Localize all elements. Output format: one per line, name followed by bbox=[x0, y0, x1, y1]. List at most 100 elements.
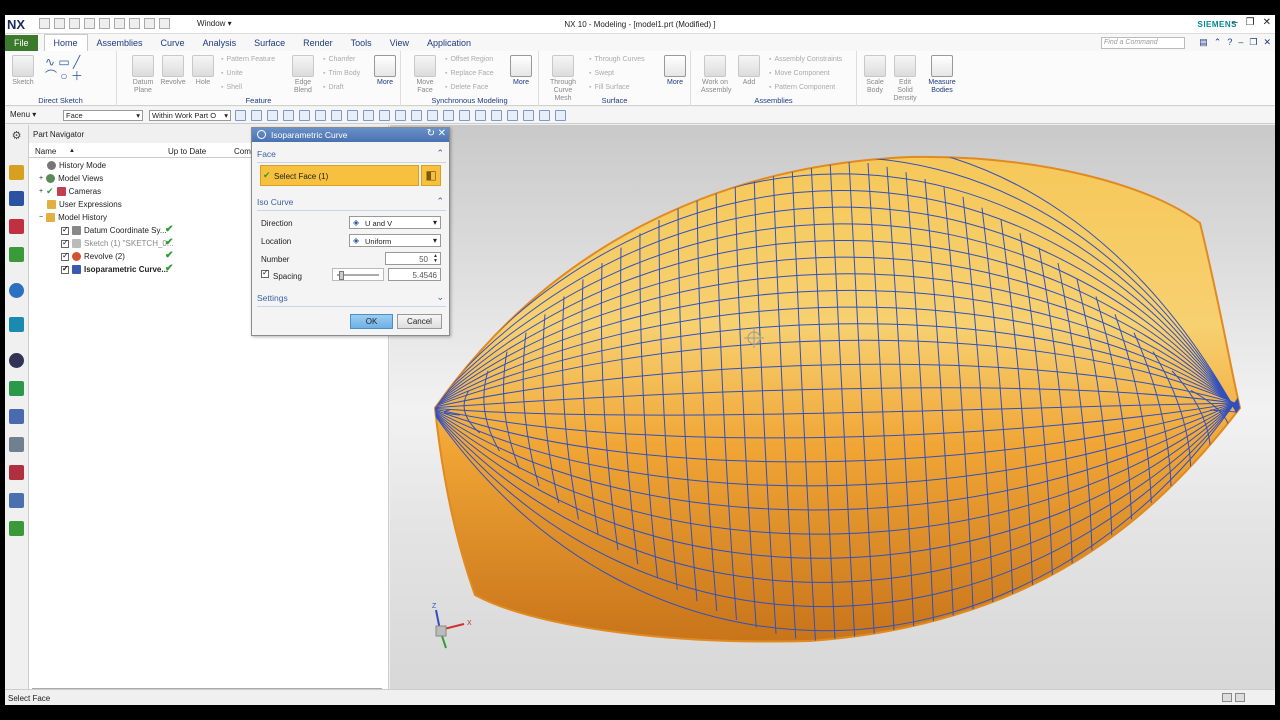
sync-more-button[interactable]: More bbox=[507, 55, 535, 87]
chevron-down-icon[interactable]: ⌄ bbox=[436, 292, 444, 303]
help-icon[interactable]: ? bbox=[1227, 37, 1232, 48]
surface-more-button[interactable]: More bbox=[661, 55, 689, 87]
scale-body-button[interactable]: Scale Body bbox=[861, 55, 889, 95]
tab-file[interactable]: File bbox=[5, 35, 38, 51]
tree-row-model-views[interactable]: + Model Views bbox=[39, 172, 103, 185]
gear-icon[interactable]: ⚙ bbox=[9, 129, 24, 144]
shell-button[interactable]: Shell bbox=[221, 84, 242, 91]
tree-row-user-expressions[interactable]: User Expressions bbox=[47, 198, 122, 211]
arc-center-snap-icon[interactable] bbox=[379, 110, 390, 121]
process-studio-icon[interactable] bbox=[9, 409, 24, 424]
sketch-tools-icons[interactable]: ∿ ▭ ╱ ⌒ ○ ＋ bbox=[45, 55, 83, 83]
tab-assemblies[interactable]: Assemblies bbox=[88, 35, 152, 51]
collapse-icon[interactable]: − bbox=[39, 214, 43, 221]
tab-curve[interactable]: Curve bbox=[152, 35, 194, 51]
menu-button[interactable]: Menu ▾ bbox=[10, 110, 36, 119]
offset-region-button[interactable]: Offset Region bbox=[445, 56, 493, 63]
render-style-icon[interactable] bbox=[523, 110, 534, 121]
draft-button[interactable]: Draft bbox=[323, 84, 343, 91]
sort-ascending-icon[interactable]: ▲ bbox=[69, 148, 75, 154]
type-filter-select[interactable]: Face bbox=[63, 110, 143, 121]
minimize-icon[interactable]: – bbox=[1232, 17, 1238, 28]
number-input[interactable]: 50 ▲ ▼ bbox=[385, 252, 441, 265]
pattern-feature-button[interactable]: Pattern Feature bbox=[221, 56, 275, 63]
full-screen-icon[interactable] bbox=[1222, 693, 1232, 702]
rotate-icon[interactable] bbox=[491, 110, 502, 121]
show-hide-icon[interactable] bbox=[299, 110, 310, 121]
tab-render[interactable]: Render bbox=[294, 35, 342, 51]
midpoint-snap-icon[interactable] bbox=[331, 110, 342, 121]
trim-body-button[interactable]: Trim Body bbox=[323, 70, 360, 77]
manufacturing-wizards-icon[interactable] bbox=[9, 437, 24, 452]
tree-row-sketch[interactable]: Sketch (1) "SKETCH_0... bbox=[61, 237, 174, 250]
select-edges-icon[interactable] bbox=[267, 110, 278, 121]
zoom-icon[interactable] bbox=[475, 110, 486, 121]
expand-icon[interactable]: + bbox=[39, 188, 43, 195]
close-icon[interactable]: ✕ bbox=[1263, 17, 1271, 28]
replace-face-button[interactable]: Replace Face bbox=[445, 70, 493, 77]
assembly-navigator-icon[interactable] bbox=[9, 165, 24, 180]
restore-icon[interactable]: ❐ bbox=[1246, 17, 1255, 28]
collapse-ribbon-icon[interactable]: ⌃ bbox=[1214, 37, 1222, 48]
find-command-input[interactable]: Find a Command bbox=[1101, 37, 1185, 49]
system-materials-icon[interactable] bbox=[9, 381, 24, 396]
face-selector-icon[interactable]: ◧ bbox=[421, 165, 441, 186]
direction-select[interactable]: U and V bbox=[349, 216, 441, 229]
hd3d-tools-icon[interactable] bbox=[9, 283, 24, 298]
assembly-constraints-button[interactable]: Assembly Constraints bbox=[769, 56, 842, 63]
feature-more-button[interactable]: More bbox=[371, 55, 399, 87]
constraint-navigator-icon[interactable] bbox=[9, 191, 24, 206]
tab-application[interactable]: Application bbox=[418, 35, 480, 51]
delete-face-button[interactable]: Delete Face bbox=[445, 84, 488, 91]
assembly-sequences-icon[interactable] bbox=[9, 521, 24, 536]
visibility-checkbox[interactable] bbox=[61, 238, 69, 248]
work-on-assembly-button[interactable]: Work on Assembly bbox=[701, 55, 731, 95]
layout-icon[interactable]: ▤ bbox=[1199, 37, 1208, 48]
chamfer-button[interactable]: Chamfer bbox=[323, 56, 355, 63]
column-up-to-date[interactable]: Up to Date bbox=[168, 147, 206, 156]
selection-scope-select[interactable]: Within Work Part O bbox=[149, 110, 231, 121]
spinner-icon[interactable]: ▲ ▼ bbox=[433, 254, 438, 264]
tree-row-isoparametric-curve[interactable]: Isoparametric Curve... bbox=[61, 263, 168, 276]
edit-solid-density-button[interactable]: Edit Solid Density bbox=[891, 55, 919, 103]
reuse-library-icon[interactable] bbox=[9, 247, 24, 262]
sketch-button[interactable]: Sketch bbox=[9, 55, 37, 87]
tab-home[interactable]: Home bbox=[43, 34, 88, 51]
iso-curve-section-header[interactable]: Iso Curve ⌃ bbox=[257, 195, 446, 209]
expand-icon[interactable]: + bbox=[39, 175, 43, 182]
sub-minimize-icon[interactable]: – bbox=[1238, 37, 1243, 48]
pattern-component-button[interactable]: Pattern Component bbox=[769, 84, 835, 91]
settings-section-header[interactable]: Settings ⌄ bbox=[257, 291, 446, 305]
fit-view-icon[interactable] bbox=[459, 110, 470, 121]
endpoint-snap-icon[interactable] bbox=[315, 110, 326, 121]
chevron-up-icon[interactable]: ⌃ bbox=[436, 148, 444, 159]
location-select[interactable]: Uniform bbox=[349, 234, 441, 247]
datum-plane-button[interactable]: Datum Plane bbox=[129, 55, 157, 95]
slider-thumb[interactable] bbox=[339, 271, 344, 280]
select-face-field[interactable]: Select Face (1) bbox=[260, 165, 419, 186]
reset-icon[interactable]: ↻ bbox=[427, 128, 435, 139]
orient-view-icon[interactable] bbox=[507, 110, 518, 121]
visibility-checkbox[interactable] bbox=[61, 251, 69, 261]
tree-row-history-mode[interactable]: History Mode bbox=[47, 159, 106, 172]
point-on-curve-icon[interactable] bbox=[427, 110, 438, 121]
tree-row-revolve[interactable]: Revolve (2) bbox=[61, 250, 125, 263]
swept-button[interactable]: Swept bbox=[589, 70, 613, 77]
intersection-snap-icon[interactable] bbox=[363, 110, 374, 121]
control-point-snap-icon[interactable] bbox=[347, 110, 358, 121]
ok-button[interactable]: OK bbox=[350, 314, 393, 329]
select-features-icon[interactable] bbox=[251, 110, 262, 121]
spacing-slider[interactable] bbox=[332, 268, 384, 281]
chevron-up-icon[interactable]: ⌃ bbox=[436, 196, 444, 207]
system-scenes-icon[interactable] bbox=[9, 493, 24, 508]
move-component-button[interactable]: Move Component bbox=[769, 70, 829, 77]
sub-restore-icon[interactable]: ❐ bbox=[1249, 37, 1257, 48]
spacing-checkbox[interactable] bbox=[261, 268, 269, 278]
tab-view[interactable]: View bbox=[381, 35, 418, 51]
unite-button[interactable]: Unite bbox=[221, 70, 242, 77]
tab-surface[interactable]: Surface bbox=[245, 35, 294, 51]
face-section-header[interactable]: Face ⌃ bbox=[257, 147, 446, 161]
history-icon[interactable] bbox=[9, 353, 24, 368]
point-on-surface-icon[interactable] bbox=[443, 110, 454, 121]
general-selection-intent-icon[interactable] bbox=[235, 110, 246, 121]
